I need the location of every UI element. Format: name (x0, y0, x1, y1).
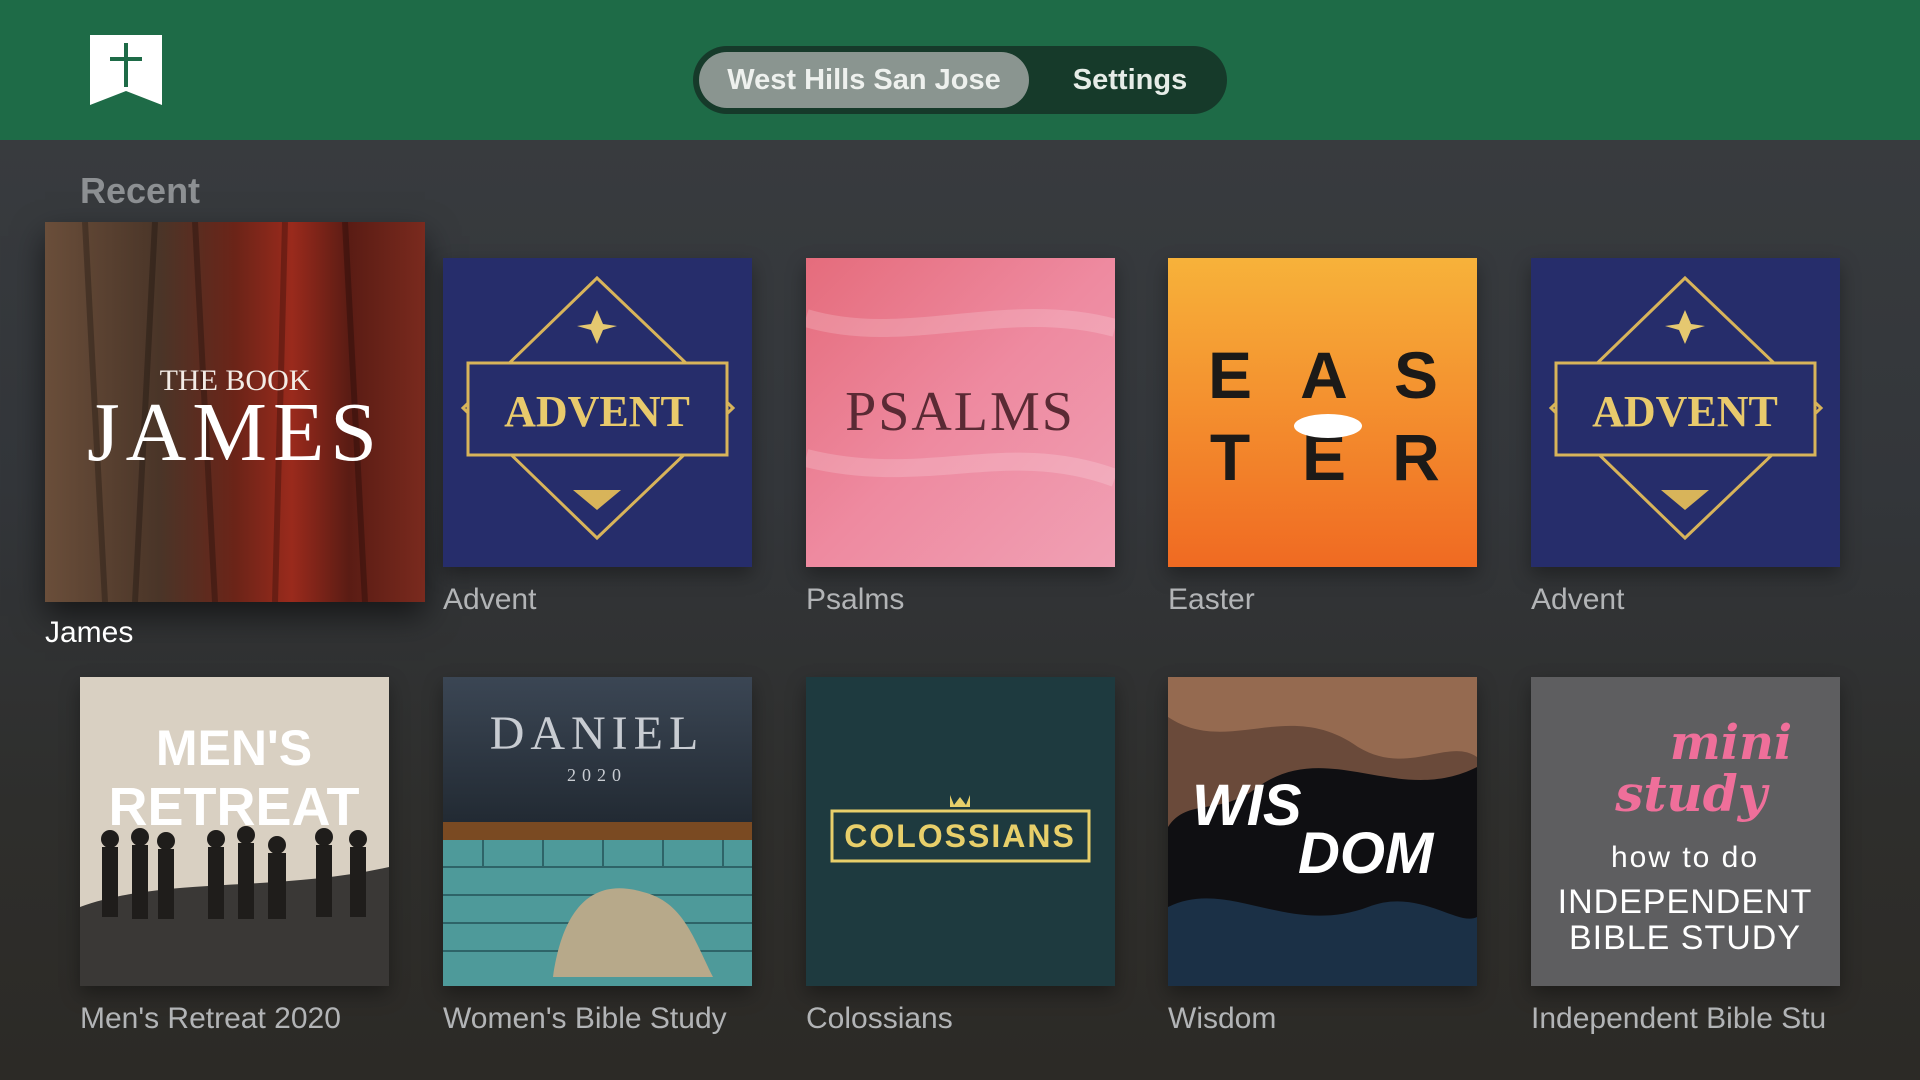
tile-womens-bible-study[interactable]: DANIEL 2020 Women's Bible Study (443, 677, 752, 1035)
daniel-art-line1: DANIEL (490, 707, 705, 760)
daniel-artwork: DANIEL 2020 (443, 677, 752, 986)
tile-independent-bible-study[interactable]: mini study how to do INDEPENDENT BIBLE S… (1531, 677, 1840, 1035)
advent-art-text: ADVENT (1592, 387, 1778, 436)
colossians-art-text: COLOSSIANS (844, 818, 1076, 854)
mini-study-art-line3: how to do (1611, 841, 1759, 874)
wisdom-art-line1: WIS (1192, 773, 1302, 838)
tile-caption: Psalms (806, 583, 905, 616)
tile-psalms[interactable]: PSALMS Psalms (806, 258, 1115, 616)
location-segmented-control: West Hills San Jose Settings (693, 46, 1227, 114)
james-artwork: THE BOOK JAMES (45, 222, 425, 602)
tile-james[interactable]: THE BOOK JAMES James (45, 222, 425, 649)
tile-caption: James (45, 616, 134, 649)
mini-study-art-line4: INDEPENDENT (1558, 883, 1813, 921)
top-bar: West Hills San Jose Settings (0, 0, 1920, 140)
wisdom-artwork: WIS DOM (1168, 677, 1477, 986)
mens-retreat-art-line1: MEN'S (156, 720, 312, 776)
wisdom-art-line2: DOM (1298, 821, 1435, 886)
tile-caption: Colossians (806, 1002, 953, 1035)
tile-caption: Wisdom (1168, 1002, 1277, 1035)
tile-mens-retreat[interactable]: MEN'S RETREAT Men's Retreat 2020 (80, 677, 389, 1035)
tile-caption: Advent (443, 583, 537, 616)
easter-letter-r: R (1392, 420, 1440, 494)
easter-letter-a: A (1300, 338, 1348, 412)
section-title-recent: Recent (80, 170, 201, 211)
tile-advent[interactable]: ADVENT Advent (443, 258, 752, 616)
mens-retreat-artwork: MEN'S RETREAT (80, 677, 389, 986)
advent-artwork: ADVENT (1531, 258, 1840, 567)
tile-wisdom[interactable]: WIS DOM Wisdom (1168, 677, 1477, 1035)
tile-caption: Women's Bible Study (443, 1002, 727, 1035)
tile-caption: Independent Bible Stu (1531, 1002, 1827, 1035)
tile-colossians[interactable]: COLOSSIANS Colossians (806, 677, 1115, 1035)
easter-letter-s: S (1394, 338, 1438, 412)
easter-letter-e: E (1208, 338, 1252, 412)
tile-easter[interactable]: E A S T E R Easter (1168, 258, 1477, 616)
mini-study-art-line5: BIBLE STUDY (1569, 919, 1801, 957)
tile-caption: Easter (1168, 583, 1255, 616)
easter-letter-t: T (1210, 420, 1250, 494)
mens-retreat-art-line2: RETREAT (109, 777, 360, 837)
colossians-artwork: COLOSSIANS (806, 677, 1115, 986)
mini-study-art-line1: mini (1670, 715, 1792, 771)
advent-artwork: ADVENT (443, 258, 752, 567)
james-art-line2: JAMES (87, 386, 383, 479)
easter-artwork: E A S T E R (1168, 258, 1477, 567)
tile-caption: Men's Retreat 2020 (80, 1002, 341, 1035)
church-logo-icon (90, 35, 162, 105)
mini-study-artwork: mini study how to do INDEPENDENT BIBLE S… (1531, 677, 1840, 986)
tab-west-hills-san-jose[interactable]: West Hills San Jose (699, 52, 1029, 108)
mini-study-art-line2: study (1614, 764, 1770, 823)
psalms-artwork: PSALMS (806, 258, 1115, 567)
daniel-art-line2: 2020 (567, 765, 627, 785)
advent-art-text: ADVENT (504, 387, 690, 436)
tile-caption: Advent (1531, 583, 1625, 616)
psalms-art-text: PSALMS (845, 381, 1075, 443)
tab-settings[interactable]: Settings (1037, 52, 1223, 108)
tile-advent[interactable]: ADVENT Advent (1531, 258, 1840, 616)
